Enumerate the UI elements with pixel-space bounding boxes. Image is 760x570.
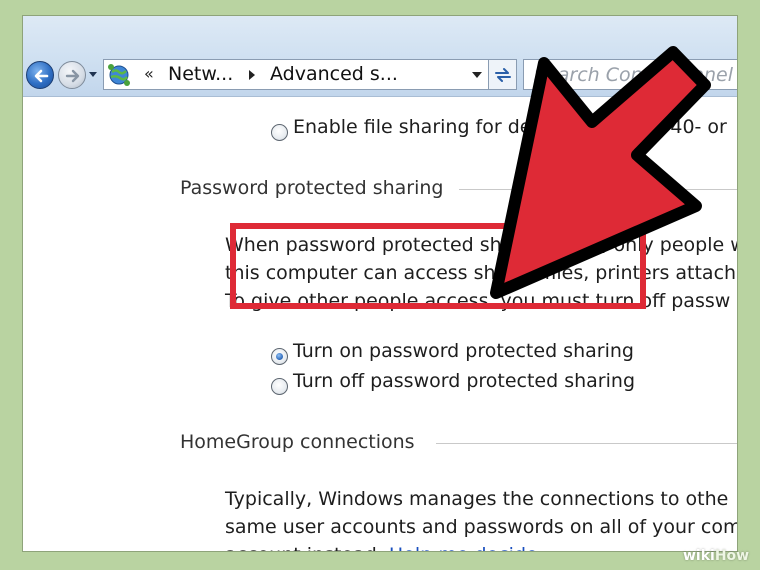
homegroup-description-line: same user accounts and passwords on all …	[225, 516, 738, 538]
crumb-overflow-chevron[interactable]: «	[144, 64, 154, 83]
wikihow-watermark: wikiHow	[683, 548, 749, 564]
password-description-line: To give other people access, you must tu…	[225, 290, 731, 312]
address-bar[interactable]: « Netw... Advanced s...	[103, 59, 515, 90]
homegroup-description-line: Typically, Windows manages the connectio…	[225, 488, 729, 510]
advanced-sharing-settings: Enable file sharing for devices that use…	[23, 98, 738, 551]
media-sharing-label: Enable file sharing for devices that use…	[293, 116, 727, 138]
navigation-bar: « Netw... Advanced s...	[23, 16, 737, 97]
search-input[interactable]	[534, 63, 734, 87]
search-box[interactable]	[523, 59, 737, 90]
crumb-network[interactable]: Netw...	[168, 63, 233, 85]
password-description-line: When password protected sharing is on, o…	[225, 234, 738, 256]
media-sharing-radio[interactable]	[271, 124, 288, 141]
help-me-decide-link[interactable]: Help me decide	[389, 544, 538, 551]
section-divider	[459, 189, 737, 190]
recent-pages-dropdown[interactable]	[89, 72, 97, 77]
forward-button[interactable]	[58, 61, 86, 89]
network-icon	[108, 64, 130, 86]
homegroup-description-text: account instead.	[225, 544, 383, 551]
watermark-part-a: wiki	[683, 548, 715, 564]
password-description-line: this computer can access shared files, p…	[225, 262, 738, 284]
refresh-icon	[495, 68, 511, 82]
crumb-separator-arrow[interactable]	[249, 70, 255, 80]
crumb-advanced-sharing[interactable]: Advanced s...	[270, 63, 398, 85]
homegroup-section-title: HomeGroup connections	[180, 431, 415, 453]
homegroup-description-last-line: account instead. Help me decide	[225, 544, 538, 551]
watermark-part-b: How	[714, 548, 750, 564]
address-dropdown-arrow[interactable]	[472, 72, 482, 78]
forward-arrow-icon	[65, 69, 80, 83]
turn-on-password-sharing-radio[interactable]	[271, 348, 288, 365]
section-divider	[436, 443, 737, 444]
turn-off-password-sharing-label[interactable]: Turn off password protected sharing	[293, 370, 635, 392]
explorer-window: « Netw... Advanced s... Enable file shar…	[22, 15, 738, 552]
refresh-button[interactable]	[488, 59, 517, 90]
turn-off-password-sharing-radio[interactable]	[271, 378, 288, 395]
back-arrow-icon	[34, 69, 49, 83]
password-section-title: Password protected sharing	[180, 177, 444, 199]
turn-on-password-sharing-label[interactable]: Turn on password protected sharing	[293, 340, 634, 362]
back-button[interactable]	[26, 61, 54, 89]
